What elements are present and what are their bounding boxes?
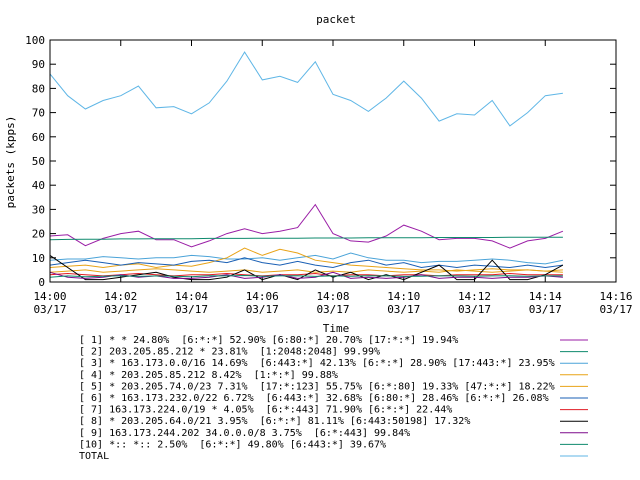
series-line-9	[49, 271, 563, 279]
series-line-1	[49, 203, 564, 249]
x-tick-time: 14:08	[316, 290, 349, 303]
y-tick-label: 20	[32, 228, 45, 241]
legend-label: [ 4] * 203.205.85.212 8.42% [1:*:*] 99.8…	[79, 370, 338, 381]
y-tick-label: 10	[32, 252, 45, 265]
y-tick-label: 0	[38, 276, 45, 289]
legend-label: [ 1] * * 24.80% [6:*:*] 52.90% [6:80:*] …	[79, 335, 458, 346]
x-tick-time: 14:04	[175, 290, 208, 303]
x-tick-time: 14:10	[387, 290, 420, 303]
x-tick-time: 14:00	[33, 290, 66, 303]
legend-label: [ 7] 163.173.224.0/19 * 4.05% [6:*:443] …	[79, 405, 452, 416]
y-tick-label: 60	[32, 131, 45, 144]
legend-label: [10] *:: *:: 2.50% [6:*:*] 49.80% [6:443…	[79, 439, 386, 450]
x-tick-time: 14:14	[529, 290, 562, 303]
legend-label: [ 9] 163.173.244.202 34.0.0.0/8 3.75% [6…	[79, 428, 410, 439]
series-line-11	[49, 51, 563, 127]
x-tick-date: 03/17	[599, 303, 632, 316]
legend-label: TOTAL	[79, 451, 109, 462]
x-tick-date: 03/17	[246, 303, 279, 316]
x-axis-label: Time	[323, 322, 350, 335]
x-tick-time: 14:16	[599, 290, 632, 303]
x-tick-date: 03/17	[33, 303, 66, 316]
x-tick-date: 03/17	[104, 303, 137, 316]
y-tick-label: 80	[32, 82, 45, 95]
y-tick-label: 70	[32, 107, 45, 120]
x-tick-date: 03/17	[387, 303, 420, 316]
y-tick-label: 100	[25, 34, 45, 47]
series-lines	[49, 51, 564, 281]
y-axis-label: packets (kpps)	[4, 116, 17, 209]
x-tick-time: 14:02	[104, 290, 137, 303]
legend-label: [ 3] * 163.173.0.0/16 14.69% [6:443:*] 4…	[79, 358, 555, 369]
y-tick-label: 30	[32, 203, 45, 216]
series-line-3	[49, 252, 564, 265]
legend-label: [ 2] 203.205.85.212 * 23.81% [1:2048:204…	[79, 347, 380, 358]
x-tick-date: 03/17	[458, 303, 491, 316]
y-tick-label: 40	[32, 179, 45, 192]
x-tick-date: 03/17	[175, 303, 208, 316]
legend-label: [ 6] * 163.173.232.0/22 6.72% [6:443:*] …	[79, 393, 549, 404]
y-tick-label: 50	[32, 155, 45, 168]
legend-label: [ 8] * 203.205.64.0/21 3.95% [6:*:*] 81.…	[79, 416, 470, 427]
y-tick-label: 90	[32, 58, 45, 71]
x-tick-date: 03/17	[316, 303, 349, 316]
x-tick-date: 03/17	[529, 303, 562, 316]
chart-title: packet	[316, 13, 356, 26]
packet-chart: packet packets (kpps) 0 10 20 30 40 50 60 70 80 9…	[4, 13, 633, 462]
x-tick-time: 14:06	[246, 290, 279, 303]
x-tick-time: 14:12	[458, 290, 491, 303]
series-line-10	[49, 274, 563, 278]
legend-label: [ 5] * 203.205.74.0/23 7.31% [17:*:123] …	[79, 381, 555, 392]
plot-frame	[49, 39, 617, 283]
legend: [ 1] * * 24.80% [6:*:*] 52.90% [6:80:*] …	[79, 335, 588, 462]
series-line-2	[49, 236, 563, 241]
